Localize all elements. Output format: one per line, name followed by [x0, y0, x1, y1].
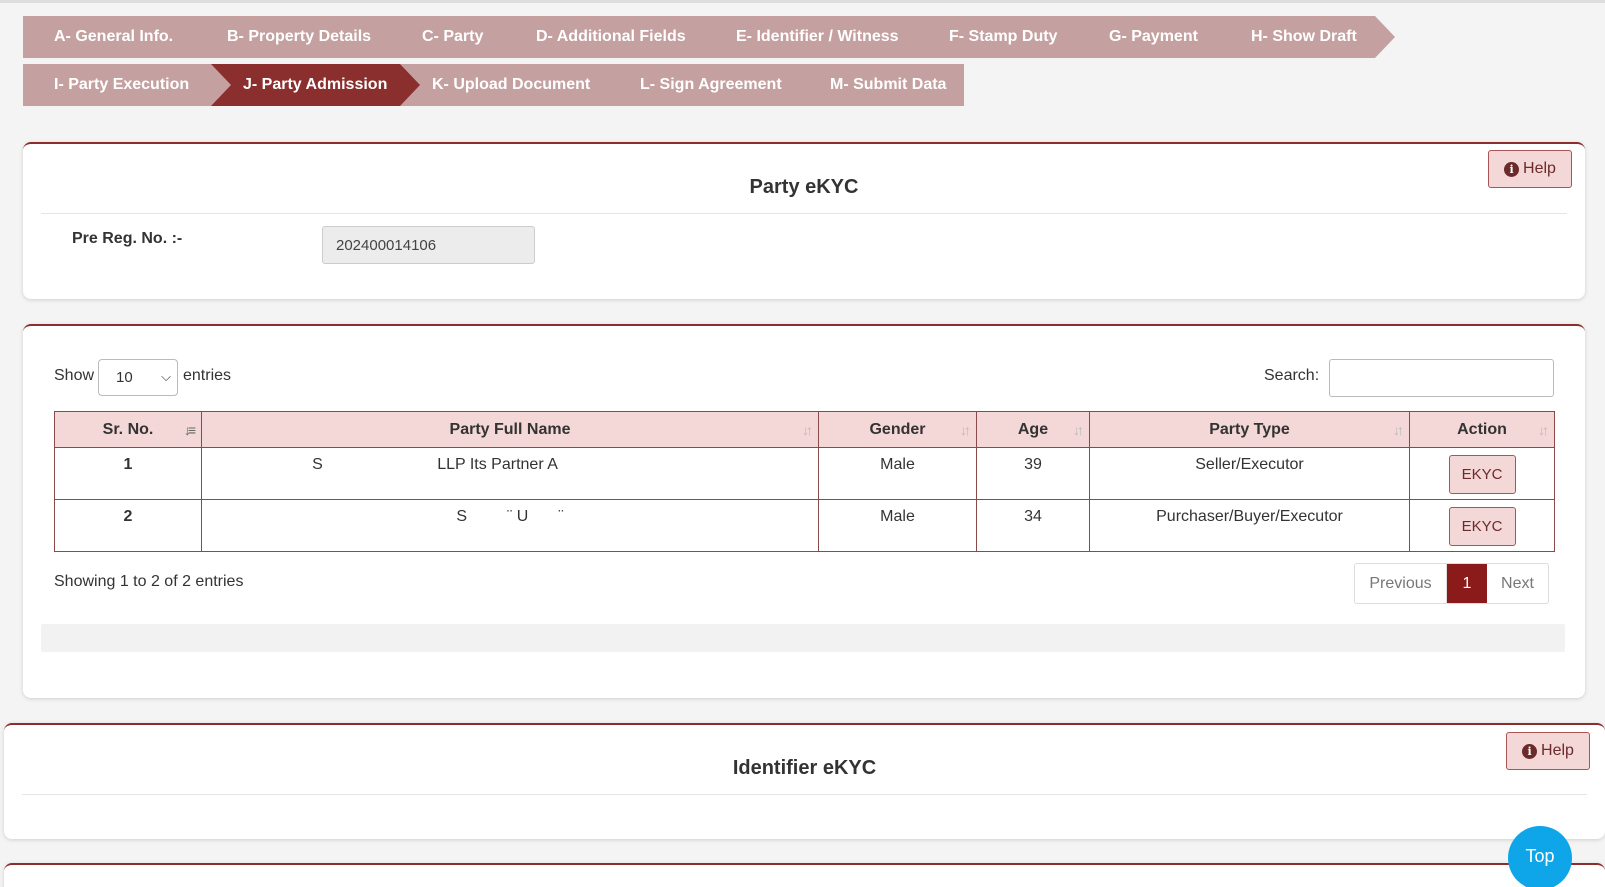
cell-party-type: Seller/Executor [1089, 447, 1410, 500]
party-table-card: Show 10 ⌵ entries Search: Sr. No. ↓≡ Part… [23, 324, 1585, 698]
cell-sr-no: 2 [54, 499, 202, 552]
entries-select[interactable]: 10 ⌵ [98, 359, 178, 396]
col-action[interactable]: Action ↓↑ [1409, 411, 1555, 448]
step-general-info[interactable]: A- General Info. [23, 16, 216, 58]
help-label: Help [1523, 160, 1556, 177]
col-age[interactable]: Age ↓↑ [976, 411, 1090, 448]
sort-icon: ↓↑ [1538, 422, 1549, 438]
cell-party-name: S LLP Its Partner A [201, 447, 819, 500]
show-label: Show [54, 367, 95, 384]
col-party-type[interactable]: Party Type ↓↑ [1089, 411, 1410, 448]
top-shadow [0, 0, 1605, 3]
ekyc-button[interactable]: EKYC [1448, 507, 1516, 546]
step-party-admission[interactable]: J- Party Admission [211, 64, 423, 106]
previous-button[interactable]: Previous [1355, 564, 1447, 603]
redacted-text [322, 456, 433, 474]
card-divider [22, 794, 1587, 795]
ekyc-button[interactable]: EKYC [1448, 455, 1516, 494]
cell-sr-no: 1 [54, 447, 202, 500]
cell-age: 39 [976, 447, 1090, 500]
next-card [4, 863, 1605, 887]
table-row: 1 S LLP Its Partner A Male 39 Seller/Exe… [54, 447, 1555, 500]
pagination: Previous 1 Next [1354, 563, 1549, 604]
search-label: Search: [1264, 367, 1320, 384]
col-sr-no[interactable]: Sr. No. ↓≡ [54, 411, 202, 448]
info-icon: i [1504, 161, 1520, 177]
table-header-row: Sr. No. ↓≡ Party Full Name ↓↑ Gender ↓↑ Age… [54, 411, 1555, 448]
step-additional-fields[interactable]: D- Additional Fields [504, 16, 727, 58]
cell-action: EKYC [1409, 499, 1555, 552]
help-label: Help [1541, 742, 1574, 759]
search-input[interactable] [1329, 359, 1554, 397]
cell-party-type: Purchaser/Buyer/Executor [1089, 499, 1410, 552]
sort-icon: ↓↑ [802, 422, 813, 438]
step-party[interactable]: C- Party [390, 16, 526, 58]
step-payment[interactable]: G- Payment [1077, 16, 1240, 58]
party-help-button[interactable]: i Help [1488, 150, 1572, 188]
wizard-steps-row-2: I- Party Execution J- Party Admission K-… [23, 64, 1463, 106]
cell-gender: Male [818, 499, 977, 552]
party-table: Sr. No. ↓≡ Party Full Name ↓↑ Gender ↓↑ Age… [54, 411, 1555, 552]
footer-strip [41, 624, 1565, 652]
pre-reg-number-field: 202400014106 [322, 226, 535, 264]
cell-gender: Male [818, 447, 977, 500]
redacted-text [528, 508, 559, 526]
pre-reg-label: Pre Reg. No. :- [72, 230, 183, 247]
chevron-down-icon: ⌵ [161, 369, 171, 384]
step-stamp-duty[interactable]: F- Stamp Duty [917, 16, 1100, 58]
step-upload-document[interactable]: K- Upload Document [400, 64, 630, 106]
identifier-ekyc-title: Identifier eKYC [732, 757, 877, 779]
party-ekyc-title: Party eKYC [749, 176, 859, 198]
cell-age: 34 [976, 499, 1090, 552]
cell-action: EKYC [1409, 447, 1555, 500]
entries-value: 10 [116, 369, 133, 386]
info-icon: i [1522, 743, 1538, 759]
sort-icon: ↓↑ [960, 422, 971, 438]
redacted-text [467, 508, 507, 526]
next-button[interactable]: Next [1487, 564, 1548, 603]
step-party-execution[interactable]: I- Party Execution [23, 64, 233, 106]
sort-asc-icon: ↓≡ [183, 422, 196, 438]
table-info: Showing 1 to 2 of 2 entries [54, 573, 244, 590]
wizard-steps-row-1: A- General Info. B- Property Details C- … [23, 16, 1463, 58]
table-row: 2 S ¨ U ¨ Male 34 Purchaser/Buyer/Executor… [54, 499, 1555, 552]
cell-party-name: S ¨ U ¨ [201, 499, 819, 552]
sort-icon: ↓↑ [1073, 422, 1084, 438]
card-divider [41, 213, 1567, 214]
step-show-draft[interactable]: H- Show Draft [1219, 16, 1395, 58]
redacted-text [557, 456, 708, 474]
identifier-help-button[interactable]: i Help [1506, 732, 1590, 770]
page-1-button[interactable]: 1 [1447, 564, 1487, 603]
col-gender[interactable]: Gender ↓↑ [818, 411, 977, 448]
scroll-top-button[interactable]: Top [1508, 826, 1572, 887]
step-identifier-witness[interactable]: E- Identifier / Witness [704, 16, 939, 58]
step-submit-data[interactable]: M- Submit Data [798, 64, 964, 106]
entries-label: entries [183, 367, 232, 384]
col-party-full-name[interactable]: Party Full Name ↓↑ [201, 411, 819, 448]
party-ekyc-card: Party eKYC i Help Pre Reg. No. :- 202400… [23, 142, 1585, 299]
step-property-details[interactable]: B- Property Details [195, 16, 412, 58]
sort-icon: ↓↑ [1393, 422, 1404, 438]
step-sign-agreement[interactable]: L- Sign Agreement [608, 64, 820, 106]
identifier-ekyc-card: Identifier eKYC i Help [4, 723, 1605, 839]
